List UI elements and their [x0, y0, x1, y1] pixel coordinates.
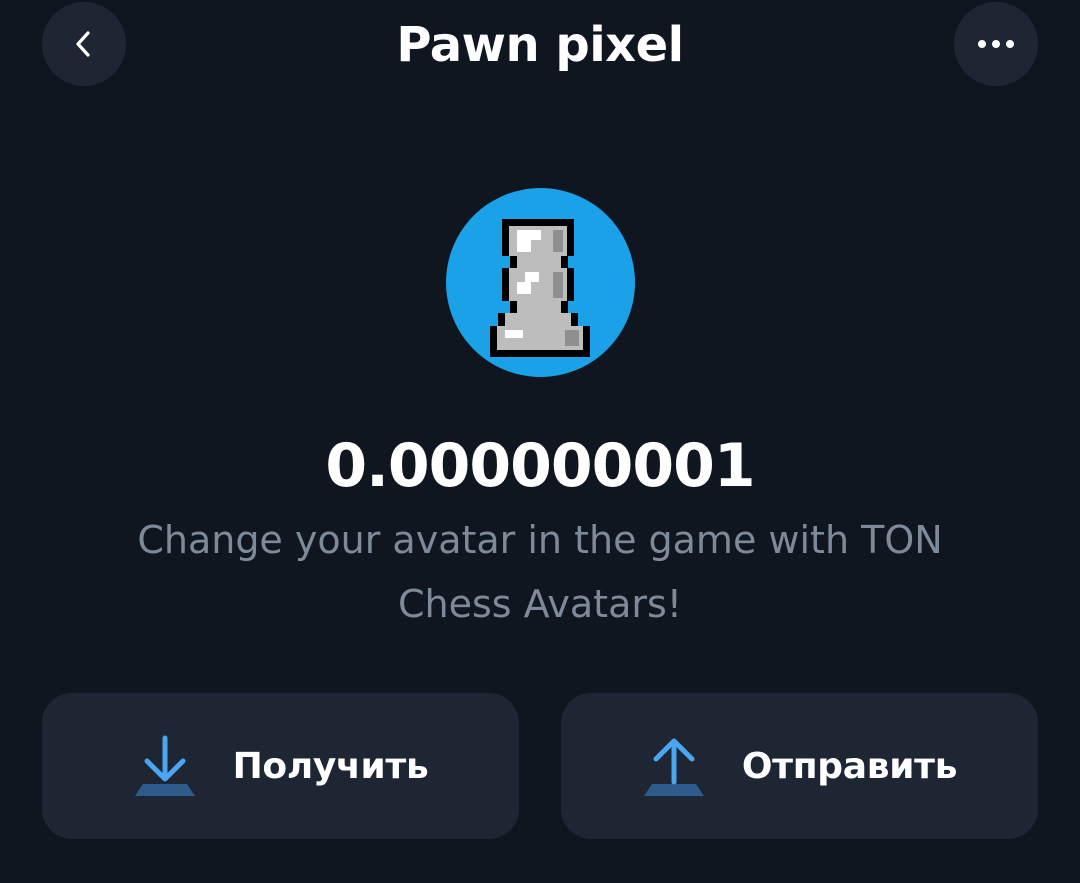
chevron-left-icon: [76, 31, 90, 57]
arrow-up-icon: [643, 738, 704, 796]
receive-button[interactable]: Получить: [42, 693, 519, 839]
token-avatar: [446, 188, 635, 377]
send-button[interactable]: Отправить: [561, 693, 1038, 839]
token-balance: 0.000000001: [325, 431, 755, 501]
token-description: Change your avatar in the game with TON …: [137, 518, 943, 626]
back-button[interactable]: [42, 2, 126, 86]
token-details-screen: Pawn pixel 0.000000001 Change your avata…: [0, 0, 1080, 883]
pixel-pawn-icon: [490, 219, 590, 357]
more-dots-icon: [978, 40, 1014, 48]
arrow-down-icon: [134, 735, 195, 796]
more-options-button[interactable]: [954, 2, 1038, 86]
page-title: Pawn pixel: [396, 17, 684, 73]
receive-button-label: Получить: [232, 745, 429, 787]
send-button-label: Отправить: [741, 745, 958, 787]
